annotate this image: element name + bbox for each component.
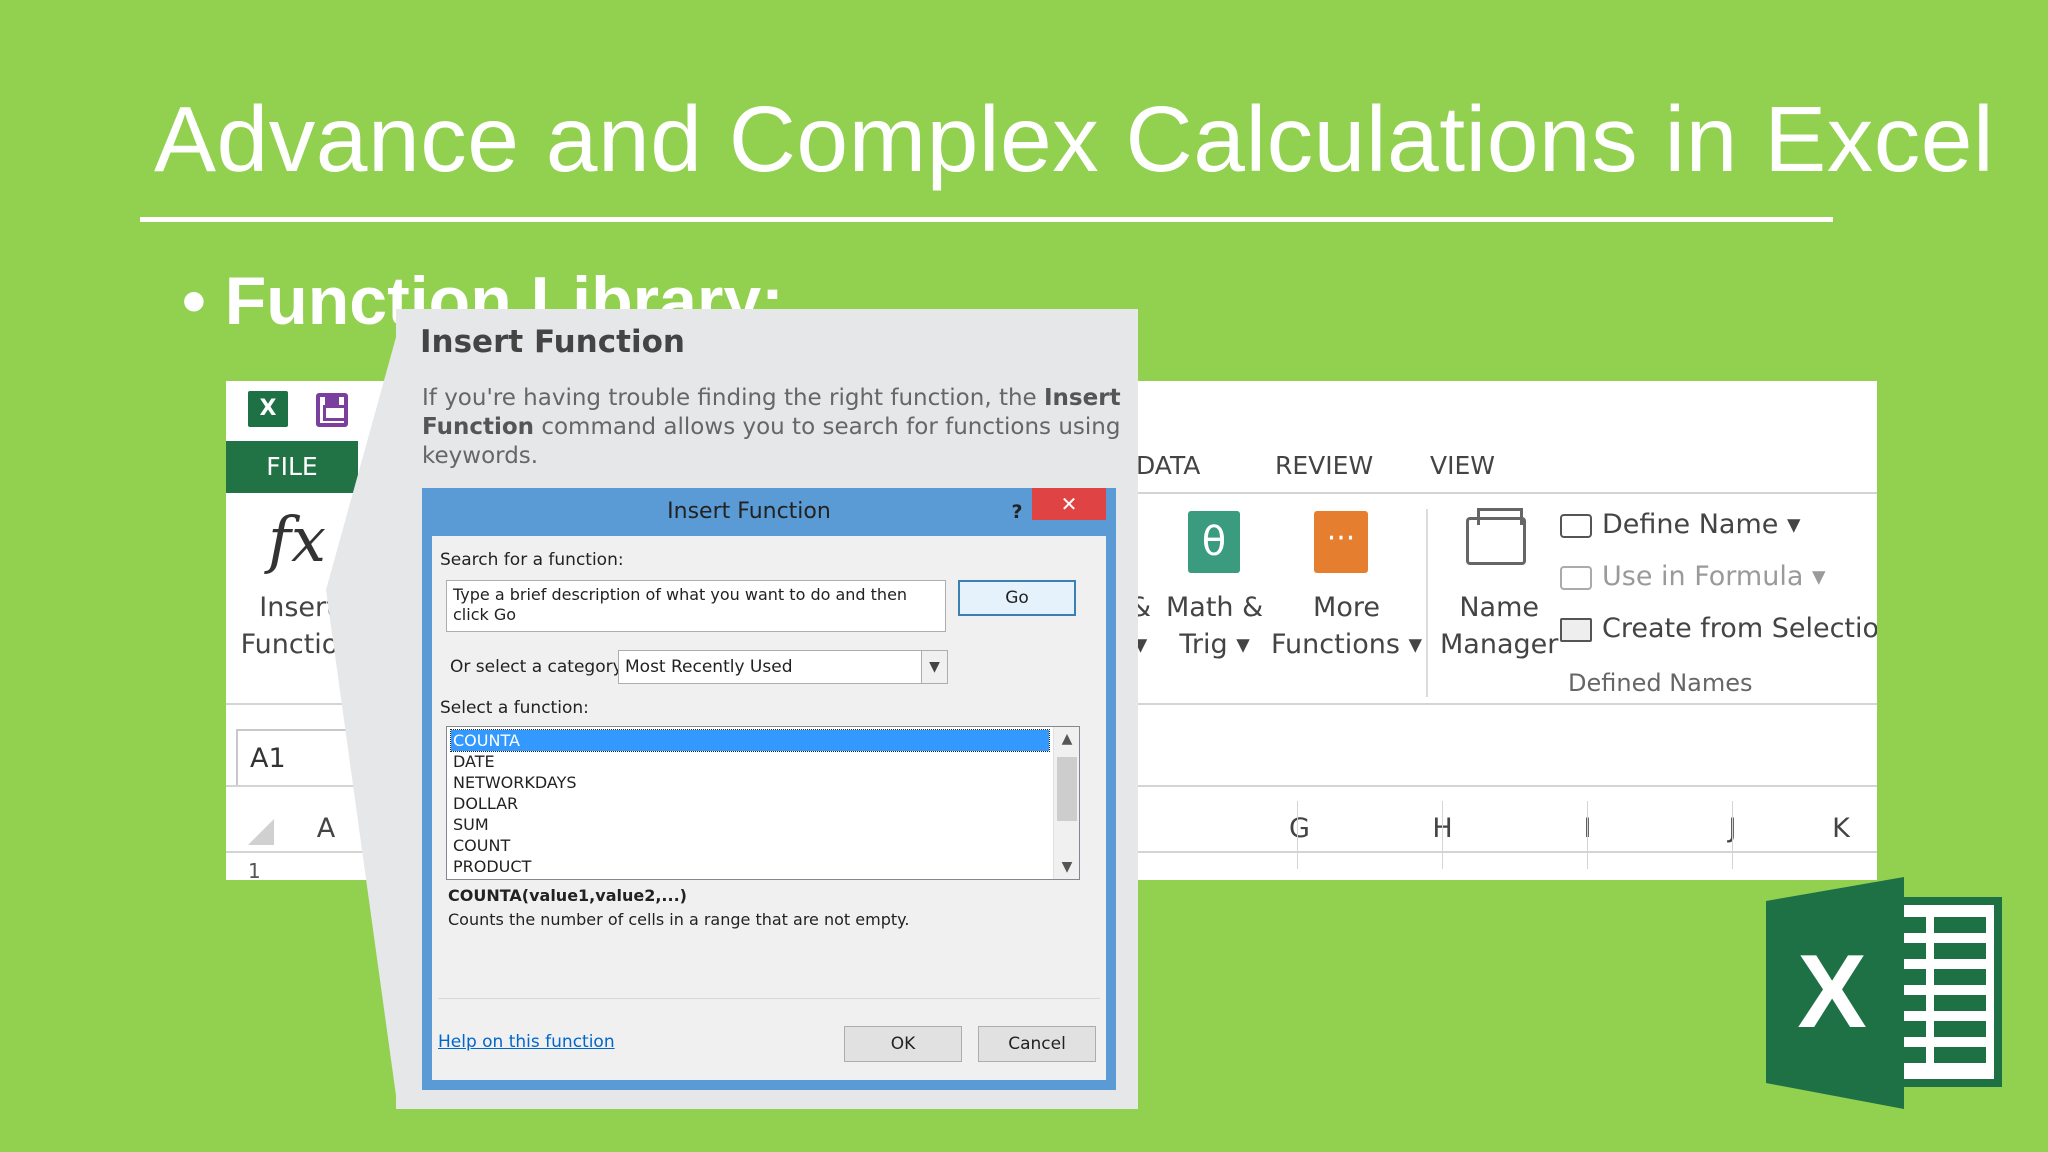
function-description: Counts the number of cells in a range th… [448,910,910,929]
tab-view[interactable]: VIEW [1430,451,1495,480]
column-header-g[interactable]: G [1227,813,1372,844]
column-divider [1732,801,1733,869]
cancel-button[interactable]: Cancel [978,1026,1096,1062]
list-item[interactable]: DOLLAR [451,793,1049,814]
defined-names-group-label: Defined Names [1568,669,1753,697]
define-name-button[interactable]: Define Name ▾ [1560,509,1801,540]
tab-review[interactable]: REVIEW [1275,451,1373,480]
excel-app-icon: X [248,391,288,427]
column-divider [1442,801,1443,869]
help-icon[interactable]: ? [1002,492,1032,532]
scroll-thumb[interactable] [1057,757,1077,821]
create-from-selection-icon [1560,617,1592,642]
category-label: Or select a category: [450,657,628,677]
list-item[interactable]: COUNT [451,835,1049,856]
insert-function-dialog: Insert Function ? ✕ Search for a functio… [422,488,1116,1090]
chevron-down-icon[interactable]: ▼ [921,651,947,683]
go-button[interactable]: Go [958,580,1076,616]
list-scrollbar[interactable]: ▲ ▼ [1053,727,1079,879]
list-item[interactable]: COUNTA [450,729,1050,752]
scroll-down-icon[interactable]: ▼ [1054,855,1080,879]
title-underline [140,217,1833,222]
list-item[interactable]: NETWORKDAYS [451,772,1049,793]
search-input[interactable]: Type a brief description of what you wan… [446,580,946,632]
define-name-icon [1560,513,1592,538]
more-functions-icon[interactable]: ··· [1314,511,1368,573]
create-from-selection-button[interactable]: Create from Selection [1560,613,1877,644]
category-select[interactable]: Most Recently Used ▼ [618,650,948,684]
search-label: Search for a function: [440,550,624,570]
tab-data[interactable]: DATA [1136,451,1200,480]
close-icon[interactable]: ✕ [1032,488,1106,520]
list-item[interactable]: DATE [451,751,1049,772]
name-manager-button[interactable]: Name Manager [1440,589,1558,663]
slide-title: Advance and Complex Calculations in Exce… [154,87,1995,191]
select-all-corner[interactable] [248,819,274,845]
fx-icon[interactable]: fx [268,503,326,576]
callout-pointer [326,330,398,1110]
function-list[interactable]: COUNTA DATE NETWORKDAYS DOLLAR SUM COUNT… [446,726,1080,880]
function-syntax: COUNTA(value1,value2,...) [448,886,687,905]
svg-text:X: X [1797,934,1866,1050]
callout-title: Insert Function [420,324,685,360]
row-header-1[interactable]: 1 [248,859,261,880]
column-divider [1587,801,1588,869]
scroll-up-icon[interactable]: ▲ [1054,727,1080,751]
more-functions-button[interactable]: More Functions ▾ [1271,589,1422,663]
math-trig-icon[interactable]: θ [1188,511,1240,573]
math-trig-button[interactable]: Math & Trig ▾ [1166,589,1263,663]
help-link[interactable]: Help on this function [438,1032,615,1052]
select-function-label: Select a function: [440,698,589,718]
dialog-divider [438,998,1100,999]
excel-logo-icon: X [1766,877,2002,1109]
column-header-k[interactable]: K [1805,813,1877,844]
group-separator [1426,509,1428,697]
column-divider [1297,801,1298,869]
list-item[interactable]: SUM [451,814,1049,835]
use-in-formula-icon [1560,565,1592,590]
use-in-formula-button[interactable]: Use in Formula ▾ [1560,561,1826,592]
ok-button[interactable]: OK [844,1026,962,1062]
callout-description: If you're having trouble finding the rig… [422,385,1121,469]
dialog-body: Search for a function: Type a brief desc… [432,536,1106,1080]
list-item[interactable]: PRODUCT [451,856,1049,877]
name-manager-icon[interactable] [1466,508,1526,565]
